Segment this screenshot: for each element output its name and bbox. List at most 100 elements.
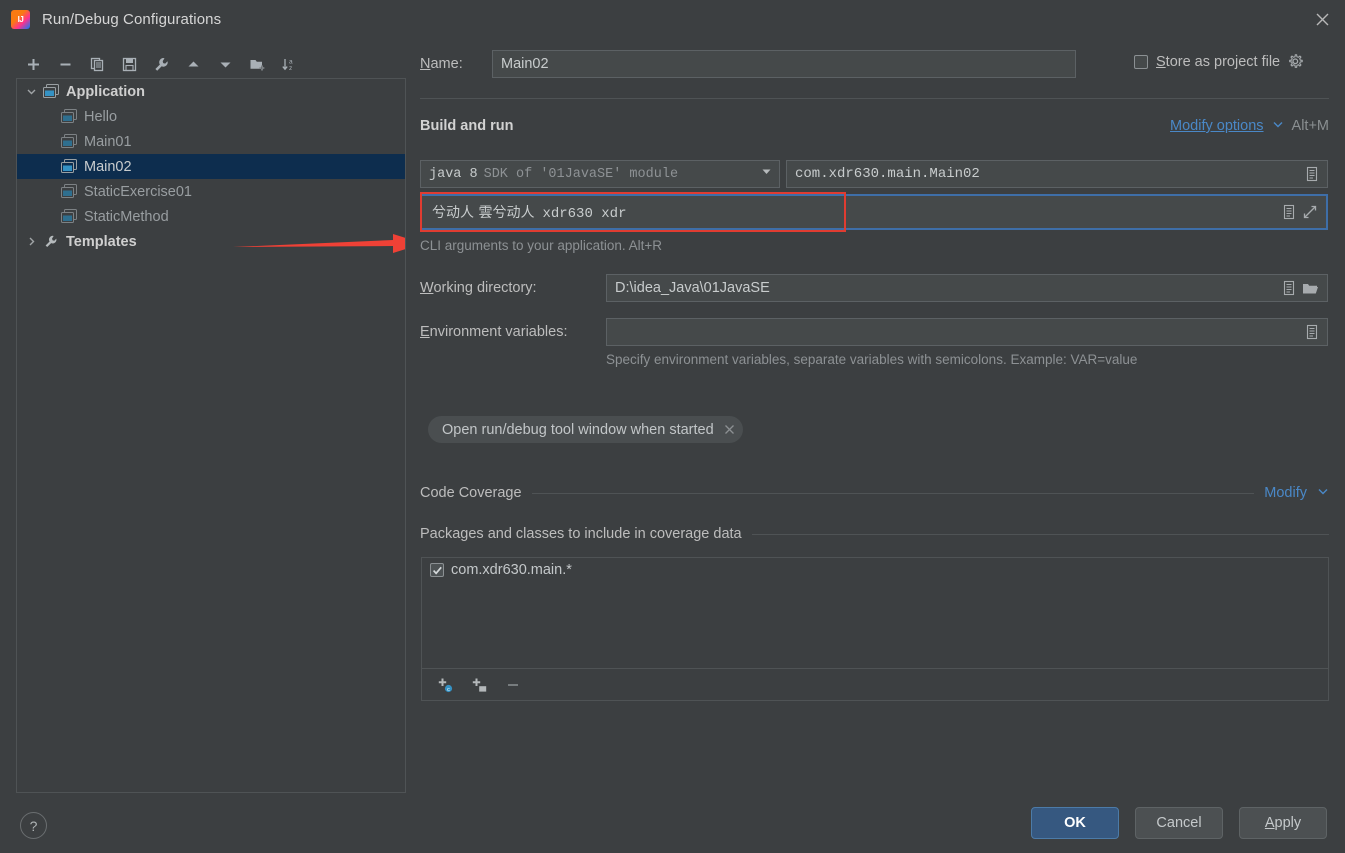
- name-label-mnemonic: N: [420, 56, 431, 72]
- separator-line: [531, 492, 1255, 494]
- modify-options-shortcut: Alt+M: [1291, 118, 1329, 134]
- coverage-list-item[interactable]: com.xdr630.main.*: [422, 558, 1328, 582]
- svg-text:z: z: [289, 65, 292, 72]
- apply-button[interactable]: Apply: [1239, 807, 1327, 839]
- remove-pattern-button[interactable]: [500, 673, 526, 697]
- sort-button[interactable]: a z: [274, 50, 304, 78]
- coverage-list-toolbar: c: [421, 669, 1329, 701]
- tree-node-label: Templates: [66, 233, 137, 250]
- title-bar: Run/Debug Configurations: [0, 0, 1345, 38]
- chevron-down-icon[interactable]: [1272, 118, 1284, 134]
- coverage-packages-title: Packages and classes to include in cover…: [420, 526, 742, 542]
- store-mnemonic: S: [1156, 54, 1166, 70]
- build-and-run-title: Build and run: [420, 118, 514, 134]
- edit-templates-button[interactable]: [146, 50, 176, 78]
- tree-node-main01[interactable]: Main01: [17, 129, 405, 154]
- copy-configuration-button[interactable]: [82, 50, 112, 78]
- chip-label: Open run/debug tool window when started: [442, 421, 714, 438]
- cancel-button[interactable]: Cancel: [1135, 807, 1223, 839]
- application-icon: [61, 209, 78, 224]
- program-arguments-cjk: 兮动人 雲兮动人: [432, 205, 535, 221]
- store-as-project-file-label: Store as project file: [1156, 54, 1280, 70]
- code-coverage-title: Code Coverage: [420, 485, 522, 501]
- move-down-button[interactable]: [210, 50, 240, 78]
- store-label-rest: tore as project file: [1165, 54, 1281, 70]
- main-class-value: com.xdr630.main.Main02: [795, 166, 980, 182]
- document-browse-icon[interactable]: [1282, 280, 1296, 296]
- application-icon: [61, 134, 78, 149]
- dialog-footer: OK Cancel Apply: [1031, 807, 1327, 839]
- save-configuration-button[interactable]: [114, 50, 144, 78]
- chip-open-run-debug-tool-window[interactable]: Open run/debug tool window when started: [428, 416, 743, 443]
- jre-combo-suffix: SDK of '01JavaSE' module: [483, 166, 679, 182]
- name-input-value: Main02: [501, 56, 549, 72]
- tree-node-hello[interactable]: Hello: [17, 104, 405, 129]
- run-debug-configurations-dialog: Run/Debug Configurations: [0, 0, 1345, 853]
- program-arguments-ascii: xdr630 xdr: [542, 206, 627, 222]
- tree-node-label: Main02: [84, 158, 132, 175]
- environment-variables-mnemonic: E: [420, 324, 430, 340]
- document-browse-icon[interactable]: [1305, 324, 1319, 340]
- document-browse-icon[interactable]: [1305, 166, 1319, 182]
- add-class-button[interactable]: c: [432, 673, 458, 697]
- cancel-button-label: Cancel: [1156, 815, 1202, 831]
- working-directory-label-rest: orking directory:: [433, 280, 537, 296]
- jre-module-combo[interactable]: java 8 SDK of '01JavaSE' module: [420, 160, 780, 188]
- window-title: Run/Debug Configurations: [42, 10, 222, 28]
- document-browse-icon[interactable]: [1282, 204, 1296, 220]
- ok-button-label: OK: [1064, 815, 1086, 831]
- main-class-input[interactable]: com.xdr630.main.Main02: [786, 160, 1328, 188]
- chevron-down-icon[interactable]: [760, 165, 773, 183]
- configurations-tree[interactable]: Application Hello Main01 Main02 StaticEx…: [16, 78, 406, 793]
- new-folder-button[interactable]: [242, 50, 272, 78]
- tree-node-templates[interactable]: Templates: [17, 229, 405, 254]
- jre-combo-value: java 8: [429, 166, 478, 182]
- working-directory-mnemonic: W: [420, 280, 434, 296]
- option-chips: Open run/debug tool window when started: [428, 416, 743, 443]
- environment-variables-input[interactable]: [606, 318, 1328, 346]
- apply-mnemonic: A: [1264, 815, 1275, 831]
- apply-button-label: Apply: [1265, 815, 1301, 831]
- code-coverage-modify-link[interactable]: Modify: [1264, 485, 1307, 501]
- name-label: Name:: [420, 56, 463, 72]
- store-as-project-file-row[interactable]: Store as project file: [1134, 54, 1304, 70]
- working-directory-input[interactable]: D:\idea_Java\01JavaSE: [606, 274, 1328, 302]
- environment-variables-hint: Specify environment variables, separate …: [606, 352, 1138, 367]
- configurations-toolbar: a z: [18, 48, 318, 80]
- chevron-right-icon[interactable]: [23, 234, 39, 250]
- ok-button[interactable]: OK: [1031, 807, 1119, 839]
- chevron-down-icon[interactable]: [23, 84, 39, 100]
- coverage-item-checkbox[interactable]: [430, 563, 444, 577]
- help-button[interactable]: ?: [20, 812, 47, 839]
- environment-variables-label: Environment variables:: [420, 324, 568, 340]
- move-up-button[interactable]: [178, 50, 208, 78]
- gear-icon[interactable]: [1288, 54, 1304, 70]
- intellij-idea-icon: [11, 9, 30, 29]
- add-package-button[interactable]: [466, 673, 492, 697]
- add-configuration-button[interactable]: [18, 50, 48, 78]
- name-input[interactable]: Main02: [492, 50, 1076, 78]
- tree-node-staticmethod[interactable]: StaticMethod: [17, 204, 405, 229]
- folder-open-icon[interactable]: [1302, 281, 1319, 296]
- working-directory-label: Working directory:: [420, 280, 537, 296]
- tree-node-main02[interactable]: Main02: [17, 154, 405, 179]
- application-icon: [61, 109, 78, 124]
- close-icon[interactable]: [1299, 0, 1345, 38]
- tree-node-application[interactable]: Application: [17, 79, 405, 104]
- chevron-down-icon[interactable]: [1317, 485, 1329, 501]
- modify-options-link[interactable]: Modify options: [1170, 118, 1264, 134]
- program-arguments-input[interactable]: 兮动人 雲兮动人 xdr630 xdr: [420, 194, 1328, 230]
- expand-icon[interactable]: [1302, 204, 1318, 220]
- modify-options-row: Modify options Alt+M: [1170, 118, 1329, 134]
- name-divider: [420, 98, 1329, 99]
- store-as-project-file-checkbox[interactable]: [1134, 55, 1148, 69]
- application-icon: [61, 184, 78, 199]
- configuration-editor-panel: Name: Main02 Store as project file Build…: [416, 38, 1345, 853]
- coverage-patterns-list[interactable]: com.xdr630.main.*: [421, 557, 1329, 669]
- environment-variables-label-rest: nvironment variables:: [429, 324, 568, 340]
- tree-node-staticexercise01[interactable]: StaticExercise01: [17, 179, 405, 204]
- wrench-icon: [43, 234, 60, 249]
- remove-configuration-button[interactable]: [50, 50, 80, 78]
- chip-close-icon[interactable]: [724, 422, 735, 438]
- working-directory-value: D:\idea_Java\01JavaSE: [615, 280, 770, 296]
